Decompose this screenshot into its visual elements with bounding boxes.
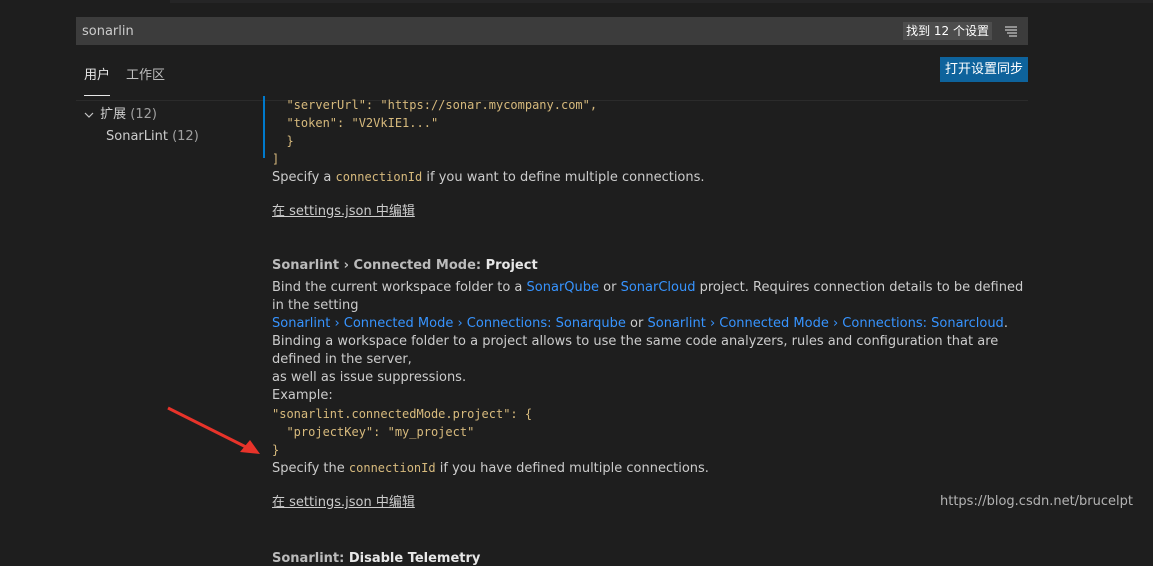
sonarcloud-connections-setting-link[interactable]: Sonarlint › Connected Mode › Connections…	[648, 316, 1004, 331]
telemetry-setting-title: Sonarlint: Disable Telemetry	[272, 551, 1032, 566]
edit-in-settings-json-link[interactable]: 在 settings.json 中编辑	[272, 204, 415, 219]
filter-icon[interactable]	[1004, 24, 1018, 38]
toc-item-count: (12)	[172, 129, 199, 144]
note-text: Specify a	[272, 170, 336, 185]
code-line: "sonarlint.connectedMode.project": {	[272, 407, 533, 421]
toc-item-extensions[interactable]: 扩展 (12)	[76, 104, 246, 126]
code-line: ]	[272, 152, 280, 166]
settings-sync-button[interactable]: 打开设置同步	[939, 57, 1028, 82]
setting-title: Sonarlint › Connected Mode: Project	[272, 258, 1032, 273]
setting-category: Sonarlint:	[272, 551, 349, 566]
annotation-arrow-icon	[167, 406, 260, 454]
settings-scope-tabs: 用户 工作区 打开设置同步	[76, 56, 1028, 101]
tab-workspace[interactable]: 工作区	[126, 64, 165, 88]
code-line: "token": "V2VkIE1..."	[272, 116, 439, 130]
toc-item-label: SonarLint	[106, 129, 168, 144]
sonarqube-connections-setting-link[interactable]: Sonarlint › Connected Mode › Connections…	[272, 316, 626, 331]
description-line: Binding a workspace folder to a project …	[272, 334, 999, 367]
inline-code: connectionId	[348, 461, 436, 475]
inline-code: connectionId	[335, 170, 423, 184]
setting-category: Sonarlint › Connected Mode:	[272, 258, 486, 273]
settings-toc: 扩展 (12) SonarLint (12)	[76, 104, 246, 148]
toc-item-count: (12)	[130, 107, 157, 122]
chevron-down-icon	[84, 112, 94, 118]
note-text: Specify the	[272, 461, 349, 476]
focused-setting-indicator	[263, 96, 265, 158]
desc-text: or	[625, 316, 648, 331]
setting-note: Specify a connectionId if you want to de…	[272, 168, 1032, 187]
example-label: Example:	[272, 388, 333, 403]
code-line: }	[272, 134, 294, 148]
note-text: if you want to define multiple connectio…	[422, 170, 705, 185]
active-editor-tab[interactable]	[0, 0, 170, 3]
edit-in-settings-json-link[interactable]: 在 settings.json 中编辑	[272, 495, 415, 510]
sonarqube-link[interactable]: SonarQube	[527, 280, 599, 295]
settings-search-input[interactable]	[76, 17, 908, 45]
desc-text: .	[1003, 316, 1008, 331]
note-text: if you have defined multiple connections…	[435, 461, 709, 476]
tab-user[interactable]: 用户	[84, 64, 111, 96]
project-setting: Sonarlint › Connected Mode: Project Bind…	[272, 258, 1032, 510]
setting-note: Specify the connectionId if you have def…	[272, 459, 1032, 478]
toc-item-label: 扩展	[100, 107, 127, 122]
settings-search-box[interactable]: 找到 12 个设置	[76, 17, 1028, 45]
code-line: }	[272, 443, 280, 457]
code-line: "serverUrl": "https://sonar.mycompany.co…	[272, 98, 598, 112]
setting-description: Bind the current workspace folder to a S…	[272, 279, 1032, 478]
setting-name: Disable Telemetry	[348, 551, 481, 566]
connections-setting: "serverUrl": "https://sonar.mycompany.co…	[272, 96, 1032, 219]
description-line: Sonarlint › Connected Mode › Connections…	[272, 315, 1032, 333]
desc-text: Bind the current workspace folder to a	[272, 280, 527, 295]
sonarcloud-link[interactable]: SonarCloud	[621, 280, 696, 295]
toc-item-sonarlint[interactable]: SonarLint (12)	[76, 126, 246, 148]
description-line: as well as issue suppressions.	[272, 370, 467, 385]
description-line: Bind the current workspace folder to a S…	[272, 279, 1032, 315]
editor-tab-strip	[0, 0, 1153, 3]
watermark: https://blog.csdn.net/brucelpt	[940, 494, 1134, 509]
desc-text: or	[599, 280, 621, 295]
settings-list: "serverUrl": "https://sonar.mycompany.co…	[272, 96, 1032, 566]
code-line: "projectKey": "my_project"	[272, 425, 475, 439]
setting-name: Project	[485, 258, 538, 273]
result-count-badge: 找到 12 个设置	[903, 22, 992, 40]
